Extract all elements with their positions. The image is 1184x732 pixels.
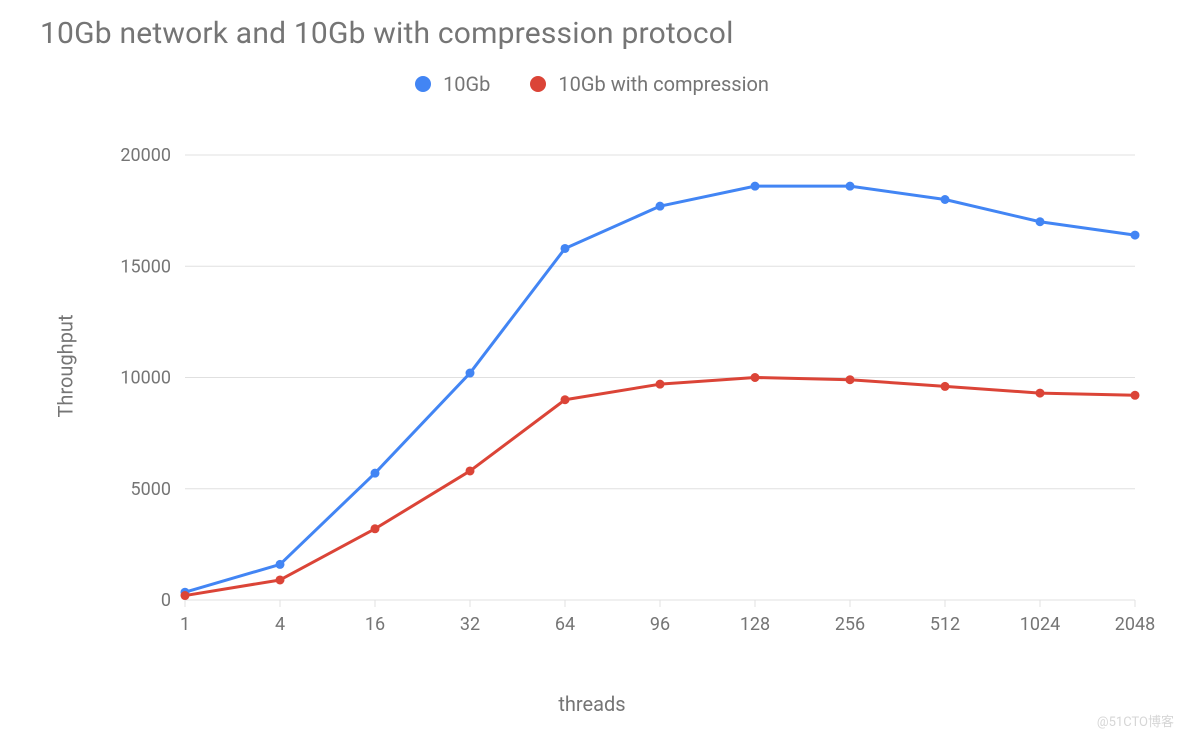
- x-tick-label: 96: [650, 614, 670, 635]
- data-point: [1036, 389, 1045, 398]
- data-point: [1036, 217, 1045, 226]
- data-point: [371, 469, 380, 478]
- data-point: [276, 575, 285, 584]
- y-axis-label: Throughput: [54, 314, 78, 417]
- legend-item-1: 10Gb with compression: [530, 72, 769, 96]
- y-tick-label: 10000: [120, 368, 171, 389]
- x-tick-label: 16: [365, 614, 385, 635]
- chart-svg: 0 5000 10000 15000 20000 1 4 16 32 64 96 128 256 512 1…: [55, 145, 1155, 650]
- legend-label-0: 10Gb: [443, 72, 490, 96]
- data-point: [941, 195, 950, 204]
- legend-bullet-0: [415, 76, 431, 92]
- x-tick-label: 256: [835, 614, 865, 635]
- data-point: [846, 182, 855, 191]
- data-point: [656, 380, 665, 389]
- legend: 10Gb 10Gb with compression: [0, 72, 1184, 96]
- series-line-1: [185, 378, 1135, 596]
- x-tick-label: 4: [275, 614, 285, 635]
- data-point: [751, 373, 760, 382]
- y-tick-label: 5000: [131, 479, 171, 500]
- x-tick-label: 2048: [1115, 614, 1155, 635]
- y-tick-label: 15000: [120, 256, 171, 277]
- data-point: [656, 202, 665, 211]
- x-tick-label: 1024: [1020, 614, 1060, 635]
- data-point: [751, 182, 760, 191]
- y-tick-label: 0: [161, 590, 171, 611]
- data-point: [1131, 231, 1140, 240]
- data-point: [371, 524, 380, 533]
- x-tick-label: 32: [460, 614, 480, 635]
- x-tick-label: 512: [930, 614, 960, 635]
- legend-bullet-1: [530, 76, 546, 92]
- legend-item-0: 10Gb: [415, 72, 490, 96]
- data-point: [276, 560, 285, 569]
- x-tick-label: 128: [740, 614, 770, 635]
- plot-area: 0 5000 10000 15000 20000 1 4 16 32 64 96 128 256 512 1…: [55, 145, 1155, 650]
- data-point: [1131, 391, 1140, 400]
- y-tick-label: 20000: [120, 145, 171, 166]
- chart-title: 10Gb network and 10Gb with compression p…: [40, 16, 734, 51]
- data-point: [561, 395, 570, 404]
- watermark: @51CTO博客: [1097, 711, 1174, 730]
- data-point: [561, 244, 570, 253]
- x-tick-label: 1: [180, 614, 190, 635]
- x-tick-label: 64: [555, 614, 575, 635]
- data-point: [846, 375, 855, 384]
- legend-label-1: 10Gb with compression: [558, 72, 769, 96]
- data-point: [941, 382, 950, 391]
- data-point: [466, 466, 475, 475]
- data-point: [181, 591, 190, 600]
- x-axis-label: threads: [0, 692, 1184, 716]
- data-point: [466, 369, 475, 378]
